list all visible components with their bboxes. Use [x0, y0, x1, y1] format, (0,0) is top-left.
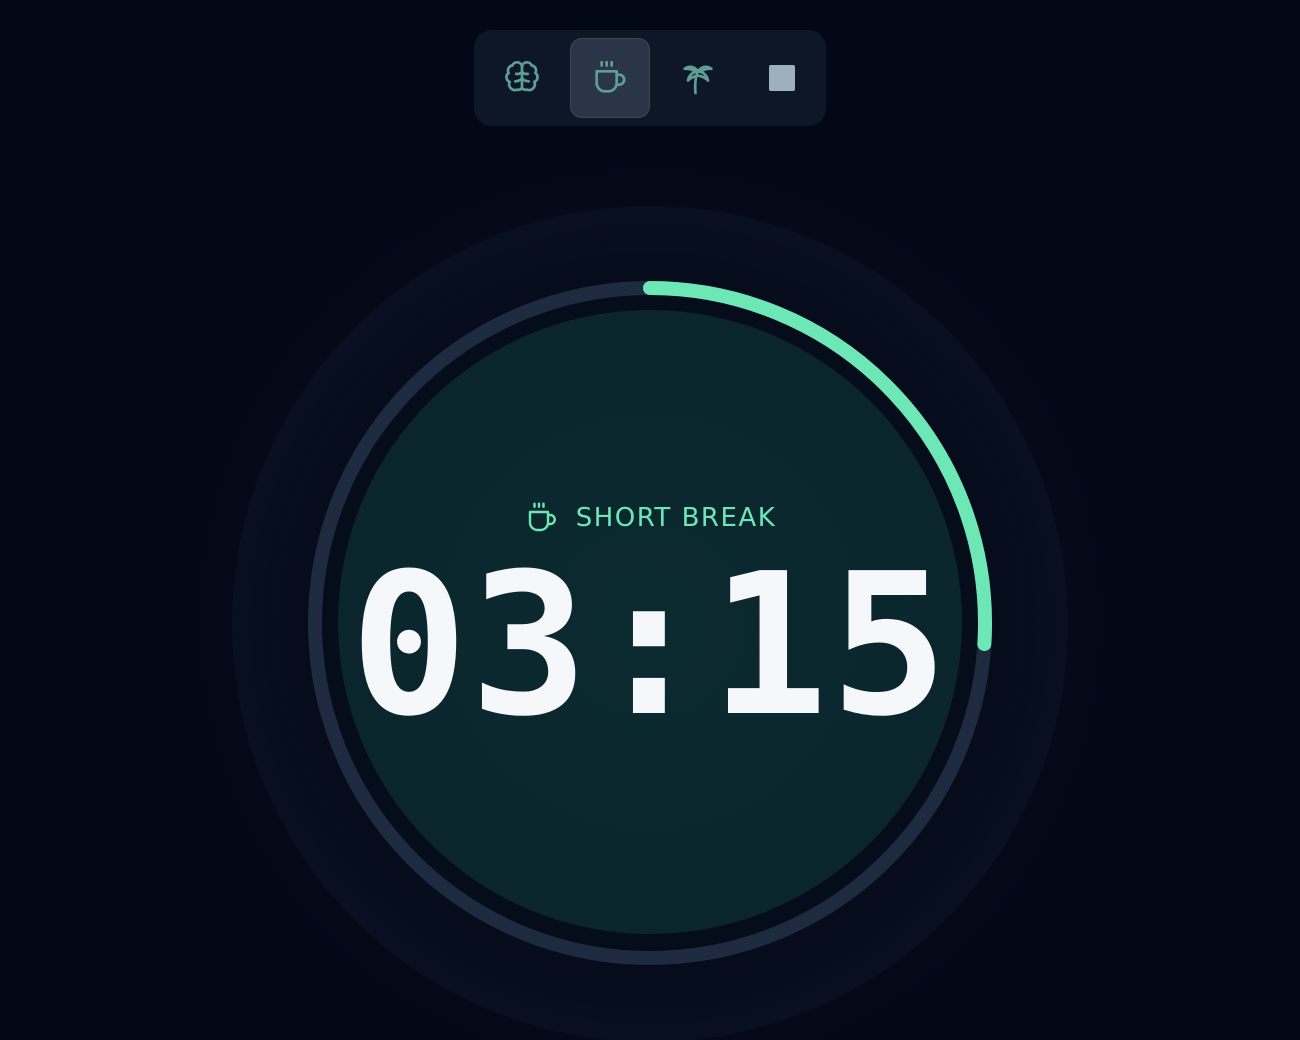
coffee-cup-icon — [528, 502, 556, 532]
mode-label-text: SHORT BREAK — [575, 503, 777, 533]
current-mode-label: SHORT BREAK — [0, 500, 1300, 536]
timer-screen: SHORT BREAK 03:15 — [0, 0, 1300, 1040]
countdown-time: 03:15 — [349, 532, 950, 760]
